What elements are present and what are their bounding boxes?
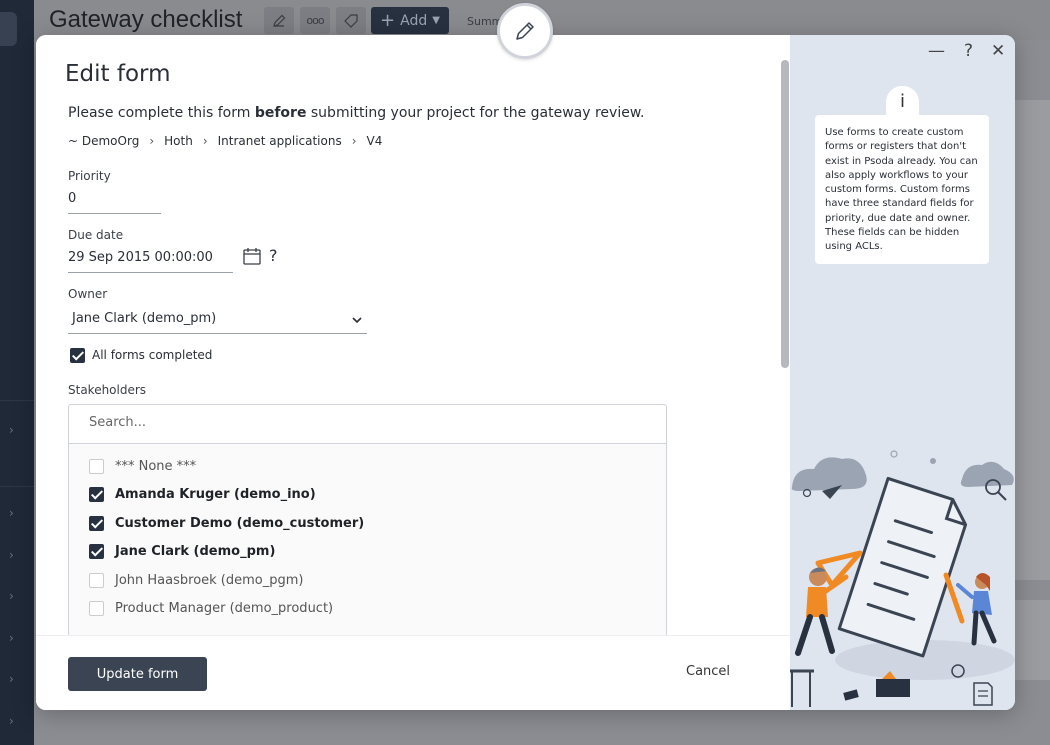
due-date-label: Due date — [68, 228, 124, 242]
stakeholder-label: John Haasbroek (demo_pgm) — [115, 573, 304, 588]
stakeholders-label: Stakeholders — [68, 383, 147, 397]
list-item[interactable]: Customer Demo (demo_customer) — [89, 516, 364, 531]
forms-illustration — [790, 450, 1015, 707]
due-date-field[interactable]: 29 Sep 2015 00:00:00 — [68, 250, 213, 265]
chevron-right-icon[interactable]: › — [9, 714, 23, 728]
dialog-title: Edit form — [65, 61, 171, 87]
stakeholder-label: Customer Demo (demo_customer) — [115, 516, 365, 531]
chevron-right-icon[interactable]: › — [9, 631, 23, 645]
stakeholder-checkbox[interactable] — [89, 544, 104, 559]
priority-field[interactable]: 0 — [68, 191, 76, 206]
add-button[interactable]: + Add ▼ — [371, 7, 449, 34]
priority-underline — [68, 213, 161, 214]
dialog-footer: Update form Cancel — [36, 635, 790, 710]
intro-emphasis: before — [254, 105, 307, 121]
list-item[interactable]: Product Manager (demo_product) — [89, 601, 333, 616]
calendar-icon[interactable] — [242, 246, 262, 266]
stakeholder-label: Jane Clark (demo_pm) — [115, 544, 276, 559]
stakeholder-checkbox[interactable] — [89, 459, 104, 474]
breadcrumb-item[interactable]: Hoth — [164, 134, 193, 148]
intro-text: Please complete this form — [68, 105, 255, 121]
cancel-button[interactable]: Cancel — [686, 664, 730, 679]
minimize-icon[interactable]: — — [928, 41, 945, 61]
form-panel: Edit form Please complete this form befo… — [36, 35, 790, 710]
update-form-button[interactable]: Update form — [68, 657, 207, 691]
breadcrumb-item[interactable]: ~ DemoOrg — [68, 134, 139, 148]
chevron-right-icon[interactable]: › — [9, 672, 23, 686]
sidebar-divider — [0, 400, 34, 401]
list-item[interactable]: Jane Clark (demo_pm) — [89, 544, 275, 559]
background-panel — [1015, 600, 1050, 680]
stakeholder-search — [69, 405, 666, 444]
info-text: Use forms to create custom forms or regi… — [825, 127, 978, 253]
stakeholder-checkbox[interactable] — [89, 573, 104, 588]
breadcrumb-item[interactable]: V4 — [367, 134, 383, 148]
sidebar-divider — [0, 486, 34, 487]
stakeholder-label: *** None *** — [115, 459, 197, 474]
chevron-right-icon[interactable]: › — [9, 589, 23, 603]
chevron-down-icon: ▼ — [432, 15, 440, 26]
page-title: Gateway checklist — [49, 6, 243, 33]
all-forms-label: All forms completed — [92, 348, 213, 362]
edit-badge — [497, 3, 553, 59]
intro-text: submitting your project for the gateway … — [306, 105, 645, 121]
priority-label: Priority — [68, 169, 111, 183]
list-item[interactable]: Amanda Kruger (demo_ino) — [89, 487, 316, 502]
stakeholder-label: Product Manager (demo_product) — [115, 601, 334, 616]
add-button-label: Add — [400, 12, 428, 29]
more-button[interactable]: ooo — [300, 7, 330, 34]
owner-label: Owner — [68, 287, 108, 301]
form-scrollbar[interactable] — [781, 60, 789, 368]
list-item[interactable]: John Haasbroek (demo_pgm) — [89, 573, 303, 588]
owner-selected-value: Jane Clark (demo_pm) — [72, 311, 217, 326]
owner-select[interactable]: Jane Clark (demo_pm) — [68, 308, 367, 334]
chevron-down-icon — [352, 317, 362, 324]
due-date-help-icon[interactable]: ? — [269, 246, 278, 265]
edit-button[interactable] — [264, 7, 294, 34]
help-side-panel: — ? ✕ i Use forms to create custom forms… — [790, 35, 1015, 710]
due-date-underline — [68, 272, 233, 273]
plus-icon: + — [380, 9, 396, 31]
all-forms-checkbox[interactable] — [70, 348, 85, 363]
edit-form-dialog: Edit form Please complete this form befo… — [36, 35, 1015, 710]
background-panel — [1015, 100, 1050, 580]
stakeholder-checkbox[interactable] — [89, 516, 104, 531]
form-intro: Please complete this form before submitt… — [68, 105, 644, 121]
pencil-icon — [516, 22, 534, 40]
chevron-right-icon[interactable]: › — [9, 423, 23, 437]
help-icon[interactable]: ? — [964, 41, 973, 61]
close-icon[interactable]: ✕ — [991, 41, 1005, 61]
stakeholder-checkbox[interactable] — [89, 487, 104, 502]
chevron-right-icon[interactable]: › — [9, 548, 23, 562]
chevron-right-icon: › — [351, 134, 357, 148]
info-icon: i — [886, 86, 919, 118]
tag-button[interactable] — [336, 7, 366, 34]
chevron-right-icon[interactable]: › — [9, 506, 23, 520]
pencil-icon — [273, 14, 286, 27]
app-sidebar: › › › › › › › — [0, 0, 34, 745]
tag-icon — [344, 13, 358, 28]
breadcrumb-item[interactable]: Intranet applications — [218, 134, 342, 148]
sidebar-toggle-tab[interactable] — [0, 12, 17, 46]
more-dots-icon: ooo — [306, 14, 324, 27]
chevron-right-icon: › — [149, 134, 155, 148]
stakeholder-checkbox[interactable] — [89, 601, 104, 616]
breadcrumb: ~ DemoOrg › Hoth › Intranet applications… — [68, 134, 382, 148]
stakeholder-search-input[interactable] — [89, 415, 589, 430]
chevron-right-icon: › — [202, 134, 208, 148]
list-item[interactable]: *** None *** — [89, 459, 196, 474]
stakeholder-label: Amanda Kruger (demo_ino) — [115, 487, 316, 502]
